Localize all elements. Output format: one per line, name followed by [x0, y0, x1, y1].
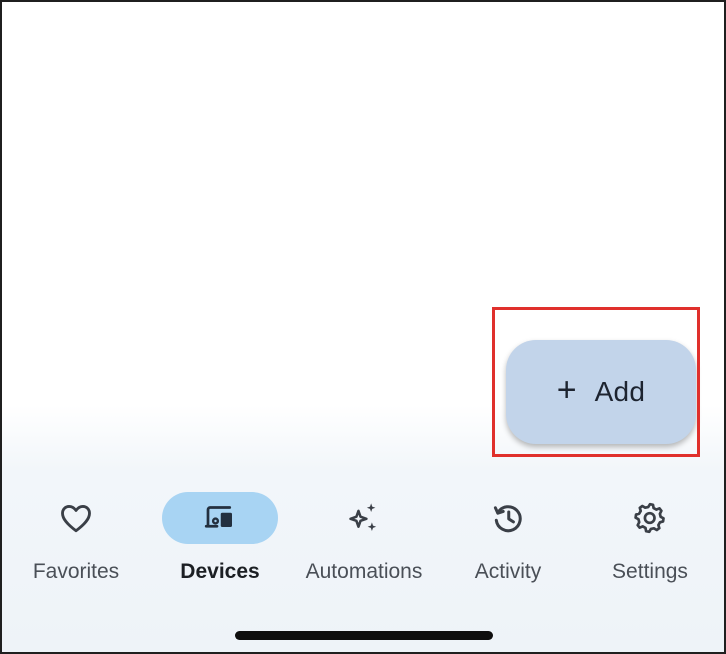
app-screen: + Add Favorites Devices Automations Acti…	[0, 0, 726, 654]
nav-label-devices: Devices	[180, 560, 260, 583]
nav-item-favorites[interactable]: Favorites	[6, 480, 146, 590]
nav-item-devices[interactable]: Devices	[150, 480, 290, 590]
nav-item-settings[interactable]: Settings	[580, 480, 720, 590]
nav-label-favorites: Favorites	[32, 560, 120, 583]
nav-label-automations: Automations	[305, 560, 423, 583]
heart-icon	[61, 505, 91, 533]
nav-label-activity: Activity	[474, 560, 542, 583]
nav-icon-container	[592, 492, 708, 544]
nav-icon-container	[306, 492, 422, 544]
nav-icon-container	[18, 492, 134, 544]
plus-icon: +	[556, 371, 577, 409]
gear-icon	[634, 502, 665, 534]
add-button-label: Add	[594, 376, 646, 407]
add-button[interactable]: + Add	[506, 340, 696, 444]
history-icon	[493, 505, 522, 533]
nav-item-activity[interactable]: Activity	[438, 480, 578, 590]
nav-active-pill	[162, 492, 278, 544]
bottom-navigation-bar: Favorites Devices Automations Activity S…	[2, 480, 724, 600]
nav-item-automations[interactable]: Automations	[294, 480, 434, 590]
nav-icon-container	[450, 492, 566, 544]
home-indicator[interactable]	[235, 631, 493, 640]
devices-icon	[204, 506, 232, 528]
sparkle-icon	[349, 503, 377, 531]
nav-label-settings: Settings	[612, 560, 688, 583]
